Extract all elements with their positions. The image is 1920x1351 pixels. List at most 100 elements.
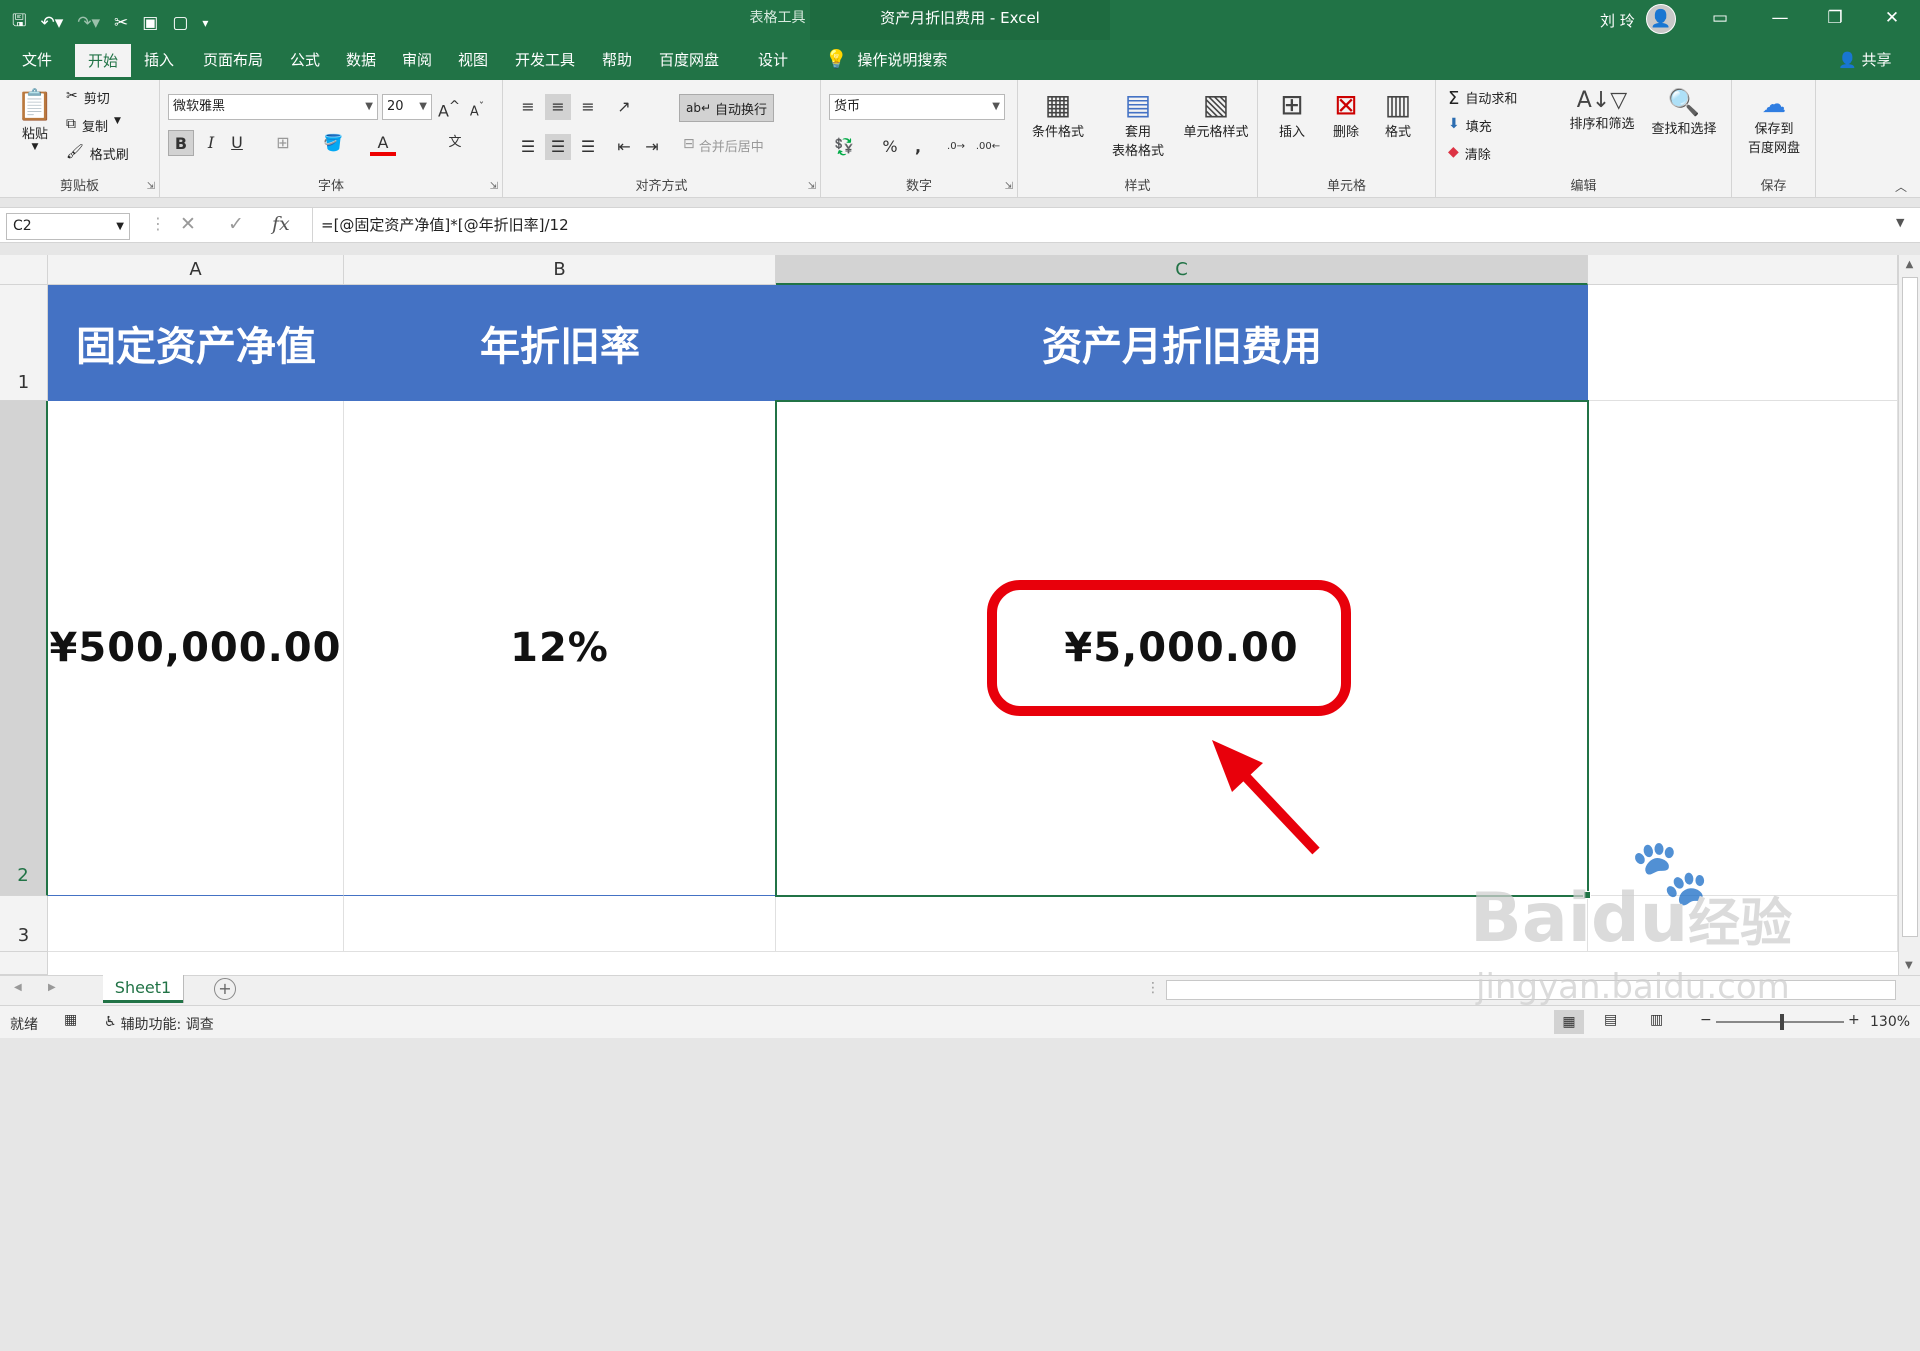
redo-icon[interactable]: ↷▾ — [77, 13, 100, 33]
insert-cells-button[interactable]: ⊞ 插入 — [1270, 88, 1314, 140]
customize-qat-icon[interactable]: ▾ — [202, 16, 208, 30]
cancel-icon[interactable]: ✕ — [180, 213, 196, 235]
font-size-combo[interactable]: 20 ▼ — [382, 94, 432, 120]
underline-button[interactable]: U — [224, 130, 250, 156]
cell-b1[interactable]: 年折旧率 — [344, 285, 776, 401]
zoom-in-icon[interactable]: + — [1848, 1012, 1860, 1028]
align-right-icon[interactable]: ☰ — [575, 134, 601, 160]
tell-me-search[interactable]: 💡 操作说明搜索 — [825, 40, 947, 80]
scroll-up-icon[interactable]: ▲ — [1899, 259, 1920, 270]
dialog-launcher-icon[interactable]: ⇲ — [1005, 181, 1013, 192]
sheet-prev-icon[interactable]: ◀ — [14, 982, 22, 993]
row-header-4[interactable] — [0, 952, 48, 975]
minimize-icon[interactable]: — — [1760, 8, 1800, 28]
tab-home[interactable]: 开始 — [75, 44, 131, 80]
undo-icon[interactable]: ↶▾ — [40, 13, 63, 33]
tab-page-layout[interactable]: 页面布局 — [194, 40, 272, 80]
sheet-tab-sheet1[interactable]: Sheet1 — [103, 975, 183, 1003]
number-format-combo[interactable]: 货币 ▼ — [829, 94, 1005, 120]
column-header-d[interactable] — [1588, 255, 1898, 285]
vertical-scrollbar[interactable]: ▲ ▼ — [1898, 255, 1920, 975]
fill-color-icon[interactable]: 🪣 — [320, 130, 346, 156]
copy-button[interactable]: ⧉ 复制 ▼ — [66, 116, 121, 135]
align-left-icon[interactable]: ☰ — [515, 134, 541, 160]
insert-function-icon[interactable]: fx — [272, 213, 290, 235]
expand-formula-icon[interactable]: ▼ — [1896, 216, 1904, 229]
decrease-indent-icon[interactable]: ⇤ — [611, 134, 637, 160]
cell-a3[interactable] — [48, 896, 344, 952]
fill-button[interactable]: ⬇ 填充 — [1448, 116, 1492, 135]
decrease-font-icon[interactable]: Aˇ — [464, 94, 490, 120]
print-preview-icon[interactable]: ▣ — [142, 13, 158, 33]
format-as-table-button[interactable]: ▤ 套用 表格格式 — [1102, 88, 1174, 159]
cell-styles-button[interactable]: ▧ 单元格样式 — [1178, 88, 1254, 140]
user-name[interactable]: 刘 玲 — [1600, 10, 1635, 31]
scroll-down-icon[interactable]: ▼ — [1905, 960, 1913, 971]
enter-icon[interactable]: ✓ — [228, 213, 244, 235]
conditional-format-button[interactable]: ▦ 条件格式 — [1024, 88, 1092, 140]
cut-icon[interactable]: ✂ — [114, 13, 128, 33]
increase-decimal-icon[interactable]: .0→ — [943, 134, 969, 160]
avatar[interactable]: 👤 — [1646, 4, 1676, 34]
cut-button[interactable]: ✂ 剪切 — [66, 88, 110, 107]
accessibility-status[interactable]: ♿ 辅助功能: 调查 — [104, 1014, 214, 1034]
column-header-b[interactable]: B — [344, 255, 776, 285]
column-header-a[interactable]: A — [48, 255, 344, 285]
new-file-icon[interactable]: ▢ — [172, 13, 188, 33]
row-header-3[interactable]: 3 — [0, 896, 48, 952]
save-to-netdisk-button[interactable]: ☁ 保存到 百度网盘 — [1736, 90, 1812, 156]
zoom-level[interactable]: 130% — [1870, 1014, 1910, 1030]
clear-button[interactable]: ◆ 清除 — [1448, 144, 1491, 163]
row-header-2[interactable]: 2 — [0, 401, 48, 896]
align-bottom-icon[interactable]: ≡ — [575, 94, 601, 120]
tab-insert[interactable]: 插入 — [136, 40, 182, 80]
format-cells-button[interactable]: ▥ 格式 — [1376, 88, 1420, 140]
phonetic-icon[interactable]: 文 — [442, 130, 468, 156]
comma-button[interactable]: , — [905, 134, 931, 160]
tab-formulas[interactable]: 公式 — [282, 40, 328, 80]
zoom-slider-thumb[interactable] — [1780, 1014, 1784, 1030]
dialog-launcher-icon[interactable]: ⇲ — [147, 181, 155, 192]
add-sheet-icon[interactable]: + — [214, 978, 236, 1000]
cell-c2[interactable]: ¥5,000.00 — [776, 401, 1588, 896]
sort-filter-button[interactable]: A↓▽ 排序和筛选 — [1564, 88, 1640, 132]
restore-icon[interactable]: ❐ — [1815, 8, 1855, 28]
bold-button[interactable]: B — [168, 130, 194, 156]
align-middle-icon[interactable]: ≡ — [545, 94, 571, 120]
autosum-button[interactable]: Σ 自动求和 — [1448, 88, 1517, 109]
page-break-view-icon[interactable]: ▥ — [1650, 1012, 1663, 1028]
cell-b3[interactable] — [344, 896, 776, 952]
tab-data[interactable]: 数据 — [338, 40, 384, 80]
tab-review[interactable]: 审阅 — [394, 40, 440, 80]
collapse-ribbon-icon[interactable]: ︿ — [1895, 178, 1907, 195]
percent-button[interactable]: % — [877, 134, 903, 160]
font-color-icon[interactable]: A — [370, 130, 396, 156]
wrap-text-button[interactable]: ab↵ 自动换行 — [679, 94, 775, 122]
formula-input[interactable]: =[@固定资产净值]*[@年折旧率]/12 — [312, 208, 1892, 242]
font-name-combo[interactable]: 微软雅黑 ▼ — [168, 94, 378, 120]
find-select-button[interactable]: 🔍 查找和选择 — [1644, 88, 1724, 137]
macro-record-icon[interactable]: ▦ — [64, 1012, 77, 1028]
italic-button[interactable]: I — [198, 130, 224, 156]
cell-c1[interactable]: 资产月折旧费用 — [776, 285, 1588, 401]
decrease-decimal-icon[interactable]: .00← — [975, 134, 1001, 160]
tab-baidu-netdisk[interactable]: 百度网盘 — [650, 40, 728, 80]
increase-font-icon[interactable]: A^ — [436, 94, 462, 120]
cell-b2[interactable]: 12% — [344, 401, 776, 896]
split-handle-icon[interactable]: ⋮ — [1146, 980, 1160, 996]
tab-developer[interactable]: 开发工具 — [506, 40, 584, 80]
row-header-1[interactable]: 1 — [0, 285, 48, 401]
scroll-thumb[interactable] — [1902, 277, 1918, 937]
border-icon[interactable]: ⊞ — [270, 130, 296, 156]
tab-design[interactable]: 设计 — [746, 40, 800, 80]
name-box[interactable]: C2 ▼ — [6, 213, 130, 240]
save-icon[interactable]: 🖫 — [12, 8, 26, 37]
align-top-icon[interactable]: ≡ — [515, 94, 541, 120]
dialog-launcher-icon[interactable]: ⇲ — [490, 181, 498, 192]
zoom-out-icon[interactable]: − — [1700, 1012, 1712, 1028]
merge-center-button[interactable]: ⊟ 合并后居中 — [683, 136, 764, 155]
cell-a2[interactable]: ¥500,000.00 — [48, 401, 344, 896]
cell-d1[interactable] — [1588, 285, 1898, 401]
tab-view[interactable]: 视图 — [450, 40, 496, 80]
ribbon-display-icon[interactable]: ▭ — [1700, 8, 1740, 28]
